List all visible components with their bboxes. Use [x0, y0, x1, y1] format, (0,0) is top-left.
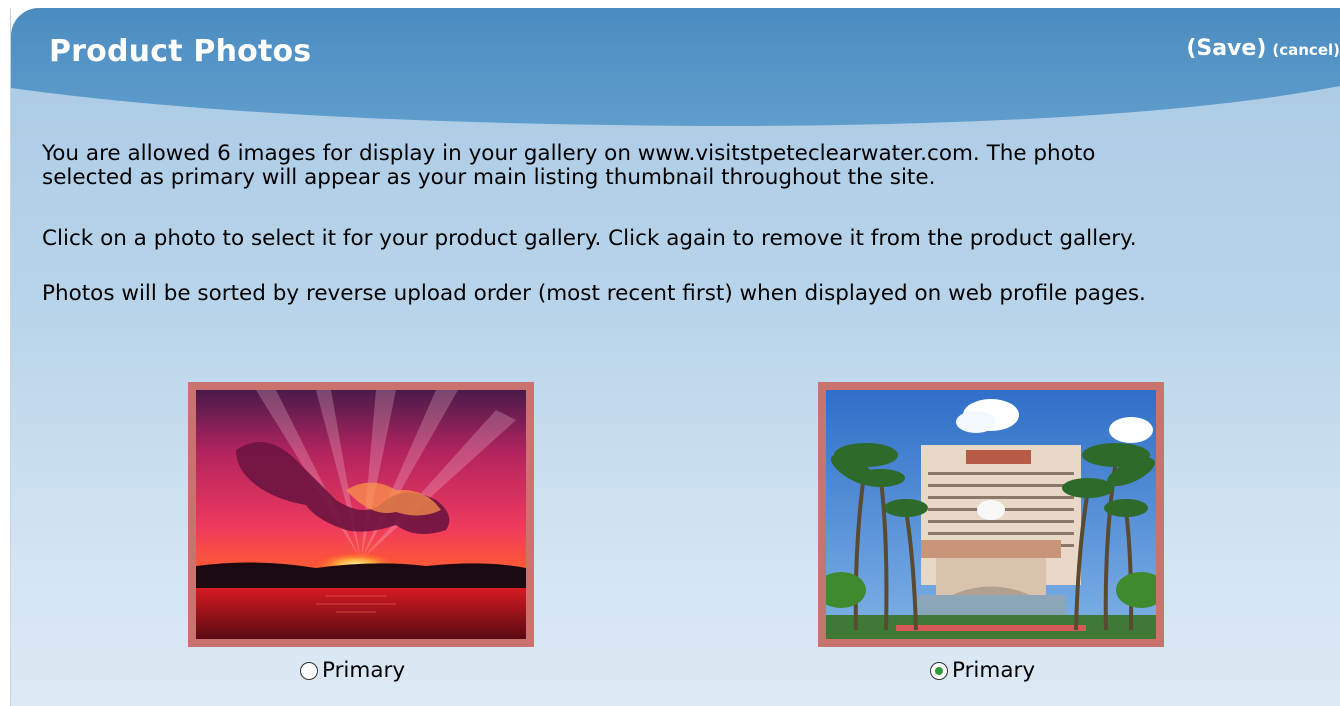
primary-option-2: Primary	[930, 658, 1035, 683]
primary-label-1: Primary	[322, 658, 406, 683]
product-photos-panel: Product Photos (Save) (cancel) You are al…	[11, 8, 1340, 706]
primary-option-1: Primary	[300, 658, 405, 683]
photo-thumbnail-hotel[interactable]	[818, 382, 1164, 647]
panel-actions: (Save) (cancel)	[1186, 36, 1340, 61]
save-link[interactable]: (Save)	[1186, 36, 1266, 61]
allowance-line-1: You are allowed 6 images for display in …	[42, 141, 1096, 166]
sort-instruction: Photos will be sorted by reverse upload …	[42, 281, 1146, 306]
panel-title: Product Photos	[49, 34, 312, 69]
select-instruction: Click on a photo to select it for your p…	[42, 226, 1137, 251]
photo-thumbnail-sunset[interactable]	[188, 382, 534, 647]
allowance-line-2: selected as primary will appear as your …	[42, 165, 936, 190]
cancel-link[interactable]: (cancel)	[1272, 41, 1340, 59]
page: Product Photos (Save) (cancel) You are al…	[0, 0, 1340, 706]
panel-header: Product Photos (Save) (cancel)	[11, 8, 1340, 128]
hotel-photo	[826, 390, 1156, 639]
primary-label-2: Primary	[952, 658, 1036, 683]
primary-radio-2[interactable]	[930, 661, 948, 680]
sunset-photo	[196, 390, 526, 639]
allowance-text: You are allowed 6 images for display in …	[42, 142, 1095, 190]
primary-radio-1[interactable]	[300, 661, 318, 680]
